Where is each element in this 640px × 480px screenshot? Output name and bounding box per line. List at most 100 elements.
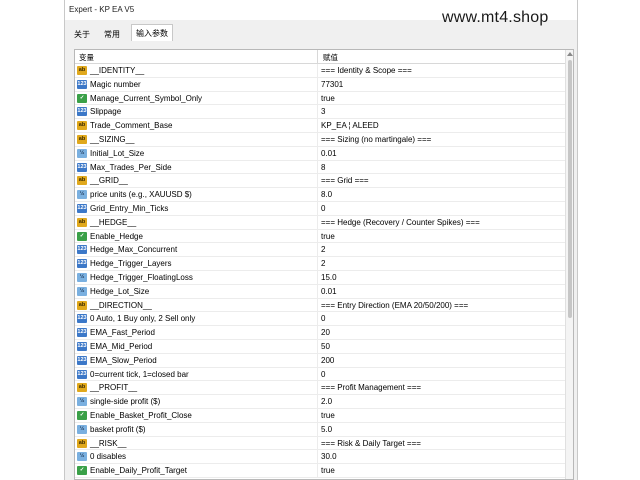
parameter-value[interactable]: 5.0: [321, 425, 332, 434]
table-row[interactable]: ✓ Manage_Current_Symbol_Only true: [75, 91, 565, 106]
parameter-value[interactable]: 20: [321, 328, 330, 337]
parameter-name: Hedge_Max_Concurrent: [90, 245, 178, 255]
table-row[interactable]: ½ price units (e.g., XAUUSD $) 8.0: [75, 188, 565, 203]
table-row[interactable]: 123 Max_Trades_Per_Side 8: [75, 160, 565, 175]
parameter-name: Enable_Basket_Profit_Close: [90, 410, 192, 420]
cell-divider: [317, 395, 318, 410]
table-row[interactable]: ½ Initial_Lot_Size 0.01: [75, 146, 565, 161]
parameter-value[interactable]: KP_EA ¦ ALEED: [321, 121, 379, 130]
cell-divider: [317, 188, 318, 203]
parameter-value[interactable]: 8: [321, 163, 325, 172]
column-divider[interactable]: [317, 50, 318, 64]
table-row[interactable]: ✓ Enable_Daily_Profit_Target true: [75, 464, 565, 479]
table-row[interactable]: ✓ Enable_Hedge true: [75, 229, 565, 244]
table-row[interactable]: ½ Hedge_Trigger_FloatingLoss 15.0: [75, 270, 565, 285]
table-row[interactable]: ½ basket profit ($) 5.0: [75, 422, 565, 437]
integer-type-icon: 123: [77, 162, 87, 172]
parameter-name: Hedge_Lot_Size: [90, 286, 150, 296]
parameter-value[interactable]: 0: [321, 370, 325, 379]
parameter-name: __GRID__: [90, 176, 128, 186]
string-type-icon: ab: [77, 300, 87, 310]
integer-type-icon: 123: [77, 259, 87, 269]
parameter-name: Max_Trades_Per_Side: [90, 162, 172, 172]
cell-divider: [317, 326, 318, 341]
table-row[interactable]: 123 EMA_Fast_Period 20: [75, 326, 565, 341]
table-row[interactable]: 123 EMA_Slow_Period 200: [75, 353, 565, 368]
integer-type-icon: 123: [77, 314, 87, 324]
table-row[interactable]: ab Trade_Comment_Base KP_EA ¦ ALEED: [75, 119, 565, 134]
parameter-value[interactable]: 30.0: [321, 452, 337, 461]
table-row[interactable]: ab __PROFIT__ === Profit Management ===: [75, 381, 565, 396]
boolean-type-icon: ✓: [77, 231, 87, 241]
cell-divider: [317, 132, 318, 147]
integer-type-icon: 123: [77, 203, 87, 213]
parameter-value[interactable]: 2: [321, 259, 325, 268]
parameter-value[interactable]: true: [321, 94, 335, 103]
cell-divider: [317, 298, 318, 313]
parameter-value[interactable]: === Hedge (Recovery / Counter Spikes) ==…: [321, 218, 480, 227]
table-row[interactable]: 123 0=current tick, 1=closed bar 0: [75, 367, 565, 382]
parameter-value[interactable]: 3: [321, 107, 325, 116]
parameter-name: 0 disables: [90, 452, 127, 462]
double-type-icon: ½: [77, 424, 87, 434]
table-row[interactable]: 123 Slippage 3: [75, 105, 565, 120]
parameter-value[interactable]: 0.01: [321, 287, 337, 296]
parameter-value[interactable]: 2.0: [321, 397, 332, 406]
parameter-value[interactable]: 200: [321, 356, 334, 365]
table-row[interactable]: ab __GRID__ === Grid ===: [75, 174, 565, 189]
table-row[interactable]: ab __HEDGE__ === Hedge (Recovery / Counter…: [75, 215, 565, 230]
parameter-value[interactable]: === Risk & Daily Target ===: [321, 439, 421, 448]
parameter-value[interactable]: === Profit Management ===: [321, 383, 421, 392]
parameter-value[interactable]: 0: [321, 204, 325, 213]
tab-about[interactable]: 关于: [69, 26, 95, 41]
integer-type-icon: 123: [77, 341, 87, 351]
parameter-name: Manage_Current_Symbol_Only: [90, 93, 203, 103]
parameter-value[interactable]: 15.0: [321, 273, 337, 282]
inputs-table: 变量 赋值 ab __IDENTITY__ === Identity & Scope…: [74, 49, 574, 480]
integer-type-icon: 123: [77, 369, 87, 379]
parameter-value[interactable]: === Grid ===: [321, 176, 369, 185]
double-type-icon: ½: [77, 272, 87, 282]
tab-common[interactable]: 常用: [99, 26, 125, 41]
column-header-variable[interactable]: 变量: [79, 52, 94, 63]
table-row[interactable]: ½0 disables 30.0: [75, 450, 565, 465]
parameter-value[interactable]: true: [321, 466, 335, 475]
table-row[interactable]: ab __IDENTITY__ === Identity & Scope ===: [75, 64, 565, 78]
table-row[interactable]: 123 0 Auto, 1 Buy only, 2 Sell only 0: [75, 312, 565, 327]
parameter-value[interactable]: 50: [321, 342, 330, 351]
scroll-up-arrow-icon[interactable]: [567, 52, 573, 56]
cell-divider: [317, 408, 318, 423]
double-type-icon: ½: [77, 397, 87, 407]
parameter-name: Enable_Hedge: [90, 231, 143, 241]
table-row[interactable]: ab __DIRECTION__ === Entry Direction (EMA …: [75, 298, 565, 313]
parameter-name: Enable_Daily_Profit_Target: [90, 466, 187, 476]
scrollbar-thumb[interactable]: [568, 60, 572, 318]
tab-inputs[interactable]: 输入参数: [131, 24, 173, 41]
table-row[interactable]: ✓ Enable_Basket_Profit_Close true: [75, 408, 565, 423]
cell-divider: [317, 270, 318, 285]
table-row[interactable]: ab __RISK__ === Risk & Daily Target ===: [75, 436, 565, 451]
parameter-value[interactable]: 2: [321, 245, 325, 254]
parameter-value[interactable]: true: [321, 411, 335, 420]
table-row[interactable]: ab __SIZING__ === Sizing (no martingale) =…: [75, 132, 565, 147]
column-header-value[interactable]: 赋值: [323, 52, 338, 63]
table-row[interactable]: 123 Hedge_Trigger_Layers 2: [75, 257, 565, 272]
table-row[interactable]: ½ single-side profit ($) 2.0: [75, 395, 565, 410]
table-row[interactable]: 123 Grid_Entry_Min_Ticks 0: [75, 201, 565, 216]
parameter-value[interactable]: true: [321, 232, 335, 241]
table-row[interactable]: 123 Magic number 77301: [75, 77, 565, 92]
cell-divider: [317, 146, 318, 161]
vertical-scrollbar[interactable]: [565, 50, 573, 479]
parameter-value[interactable]: 8.0: [321, 190, 332, 199]
parameter-value[interactable]: === Identity & Scope ===: [321, 66, 412, 75]
parameter-value[interactable]: 0.01: [321, 149, 337, 158]
parameter-name: Initial_Lot_Size: [90, 148, 145, 158]
table-row[interactable]: ½ Hedge_Lot_Size 0.01: [75, 284, 565, 299]
parameter-value[interactable]: 0: [321, 314, 325, 323]
parameter-name: Slippage: [90, 107, 122, 117]
parameter-value[interactable]: === Sizing (no martingale) ===: [321, 135, 431, 144]
table-row[interactable]: 123 EMA_Mid_Period 50: [75, 339, 565, 354]
parameter-value[interactable]: 77301: [321, 80, 343, 89]
table-row[interactable]: 123 Hedge_Max_Concurrent 2: [75, 243, 565, 258]
parameter-value[interactable]: === Entry Direction (EMA 20/50/200) ===: [321, 301, 468, 310]
